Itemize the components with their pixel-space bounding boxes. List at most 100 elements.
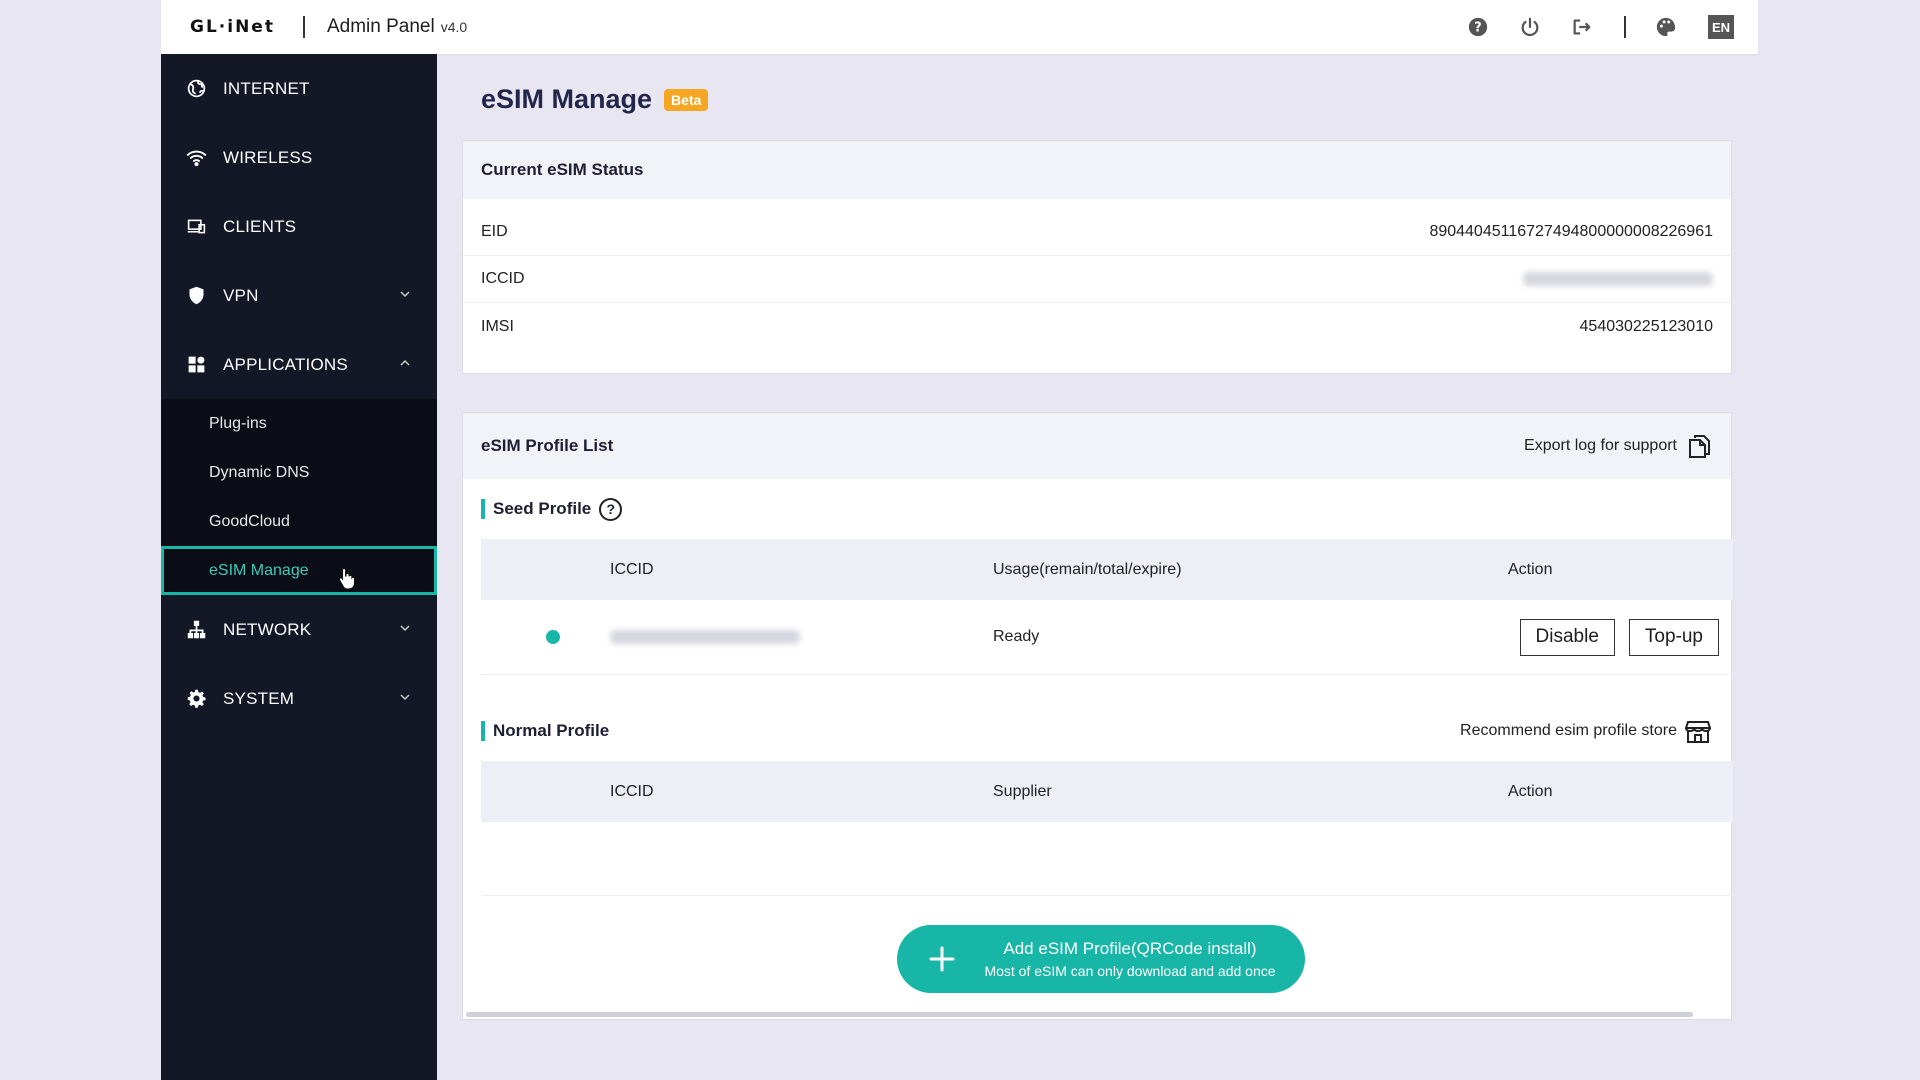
empty-table-body: [481, 822, 1733, 896]
brand-logo: GL·iNet: [190, 17, 275, 37]
sidebar-item-label: CLIENTS: [223, 216, 297, 236]
sidebar-item-applications[interactable]: APPLICATIONS: [161, 330, 437, 399]
sidebar-subitem-dynamic-dns[interactable]: Dynamic DNS: [161, 448, 437, 497]
iccid-cell: [610, 630, 993, 644]
sidebar-item-vpn[interactable]: VPN: [161, 261, 437, 330]
export-log-link[interactable]: Export log for support: [1524, 433, 1711, 459]
devices-icon: [185, 216, 207, 238]
section-accent-bar: [481, 499, 485, 519]
chevron-down-icon: [400, 625, 410, 632]
esim-profile-list-card: eSIM Profile List Export log for support…: [462, 412, 1733, 1020]
sidebar-item-label: VPN: [223, 285, 259, 305]
add-button-sublabel: Most of eSIM can only download and add o…: [984, 963, 1276, 979]
table-header: ICCID Supplier Action: [481, 761, 1733, 822]
sidebar-item-label: INTERNET: [223, 78, 310, 98]
table-header: ICCID Usage(remain/total/expire) Action: [481, 539, 1733, 600]
sidebar-item-network[interactable]: NETWORK: [161, 595, 437, 664]
recommend-store-label: Recommend esim profile store: [1460, 722, 1677, 739]
status-label: ICCID: [481, 270, 525, 287]
profile-list-heading: eSIM Profile List: [481, 436, 614, 455]
top-bar: GL·iNet Admin Panel v4.0 ? EN: [161, 0, 1758, 54]
card-heading: Current eSIM Status: [463, 141, 1731, 199]
horizontal-scrollbar[interactable]: [466, 1012, 1693, 1017]
table-row: Ready Disable Top-up: [481, 600, 1733, 675]
status-label: EID: [481, 223, 508, 240]
applications-submenu: Plug-ins Dynamic DNS GoodCloud eSIM Mana…: [161, 399, 437, 595]
column-header-iccid: ICCID: [610, 782, 654, 800]
sidebar: INTERNET WIRELESS CLIENTS VPN APPLICATIO…: [161, 54, 437, 1080]
chevron-up-icon: [400, 359, 410, 366]
column-header-supplier: Supplier: [993, 782, 1052, 800]
recommend-store-link[interactable]: Recommend esim profile store: [1460, 718, 1711, 744]
sidebar-item-label: WIRELESS: [223, 147, 313, 167]
seed-profile-section: Seed Profile ?: [463, 479, 1731, 539]
column-header-usage: Usage(remain/total/expire): [993, 560, 1182, 578]
wifi-icon: [185, 147, 207, 169]
sidebar-item-wireless[interactable]: WIRELESS: [161, 123, 437, 192]
topbar-actions: ? EN: [1438, 15, 1734, 39]
normal-profile-table: ICCID Supplier Action: [481, 761, 1733, 896]
iccid-redacted: [610, 630, 800, 644]
status-row-iccid: ICCID: [463, 256, 1731, 303]
chevron-down-icon: [400, 291, 410, 298]
top-up-button[interactable]: Top-up: [1628, 618, 1719, 656]
shield-icon: [185, 285, 207, 307]
power-icon[interactable]: [1518, 15, 1542, 39]
column-header-iccid: ICCID: [610, 560, 654, 578]
topbar-divider-right: [1624, 16, 1626, 38]
column-header-action: Action: [1508, 782, 1553, 800]
add-esim-profile-button[interactable]: Add eSIM Profile(QRCode install) Most of…: [897, 925, 1305, 993]
main-content: eSIM Manage Beta Current eSIM Status EID…: [437, 54, 1758, 1080]
status-row-eid: EID 89044045116727494800000008226961: [463, 209, 1731, 256]
imsi-value: 454030225123010: [1579, 317, 1713, 335]
add-button-label: Add eSIM Profile(QRCode install): [1003, 939, 1257, 958]
copy-icon: [1689, 435, 1710, 458]
action-cell: Disable Top-up: [1508, 618, 1733, 656]
seed-profile-label: Seed Profile: [493, 499, 592, 518]
sidebar-item-label: APPLICATIONS: [223, 354, 348, 374]
topbar-divider: [302, 16, 305, 38]
network-icon: [185, 619, 207, 641]
esim-status-card: Current eSIM Status EID 8904404511672749…: [462, 140, 1732, 374]
page-title: eSIM Manage Beta: [481, 84, 709, 115]
app-window: GL·iNet Admin Panel v4.0 ? EN INTERNET W…: [161, 0, 1758, 1080]
help-icon[interactable]: ?: [1466, 15, 1490, 39]
status-cell: [481, 630, 610, 644]
status-label: IMSI: [481, 317, 514, 335]
sidebar-subitem-goodcloud[interactable]: GoodCloud: [161, 497, 437, 546]
section-accent-bar: [481, 721, 485, 741]
sidebar-item-clients[interactable]: CLIENTS: [161, 192, 437, 261]
app-version: v4.0: [440, 19, 468, 35]
status-row-imsi: IMSI 454030225123010: [463, 303, 1731, 350]
globe-icon: [185, 78, 207, 100]
sidebar-item-internet[interactable]: INTERNET: [161, 54, 437, 123]
chevron-down-icon: [400, 694, 410, 701]
seed-profile-table: ICCID Usage(remain/total/expire) Action …: [481, 539, 1733, 675]
apps-icon: [185, 354, 207, 376]
sidebar-item-system[interactable]: SYSTEM: [161, 664, 437, 733]
normal-profile-section: Normal Profile Recommend esim profile st…: [463, 701, 1731, 761]
svg-text:?: ?: [1474, 21, 1481, 36]
page-title-text: eSIM Manage: [481, 84, 653, 114]
export-log-label: Export log for support: [1524, 437, 1677, 454]
usage-cell: Ready: [993, 628, 1040, 645]
help-circle-icon[interactable]: ?: [599, 497, 623, 521]
plus-icon: [929, 946, 955, 972]
language-switcher[interactable]: EN: [1708, 15, 1734, 39]
beta-badge: Beta: [664, 88, 709, 111]
eid-value: 89044045116727494800000008226961: [1429, 223, 1713, 240]
sidebar-subitem-plugins[interactable]: Plug-ins: [161, 399, 437, 448]
iccid-value-redacted: [1523, 272, 1713, 286]
logout-icon[interactable]: [1570, 15, 1594, 39]
palette-icon[interactable]: [1654, 15, 1678, 39]
gear-icon: [185, 688, 207, 710]
column-header-action: Action: [1508, 560, 1553, 578]
store-icon: [1685, 721, 1711, 743]
sidebar-item-label: NETWORK: [223, 619, 312, 639]
sidebar-subitem-esim-manage[interactable]: eSIM Manage: [161, 546, 437, 595]
sidebar-subitem-label: eSIM Manage: [209, 561, 309, 579]
add-button-text: Add eSIM Profile(QRCode install) Most of…: [979, 939, 1305, 979]
sidebar-item-label: SYSTEM: [223, 688, 295, 708]
disable-button[interactable]: Disable: [1519, 618, 1615, 656]
hand-cursor-icon: [338, 567, 356, 589]
